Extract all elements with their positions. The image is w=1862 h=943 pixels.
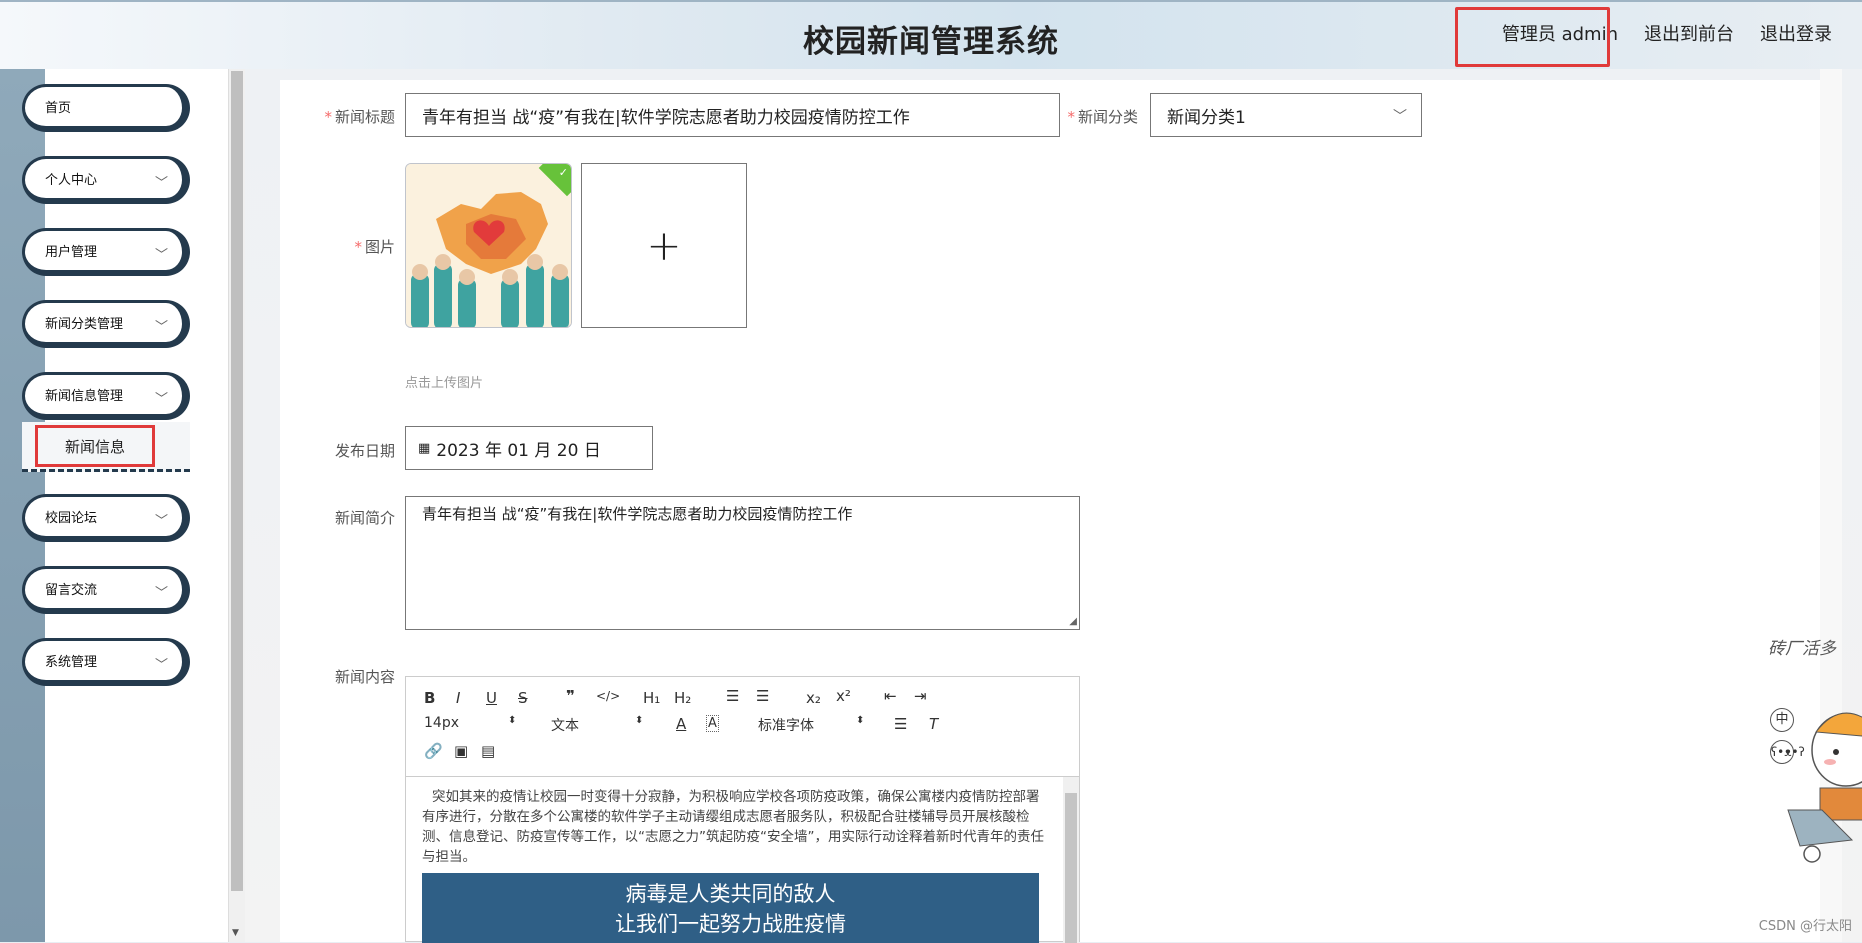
summary-value: 青年有担当 战“疫”有我在|软件学院志愿者助力校园疫情防控工作 <box>422 505 852 523</box>
date-picker[interactable]: ▦ 2023 年 01 月 20 日 <box>405 426 653 470</box>
rich-text-editor[interactable]: B I U S ❞ </> H₁ H₂ ☰ ☰ x₂ x² ⇤ ⇥ 14px⬍ … <box>405 676 1080 942</box>
category-select-value: 新闻分类1 <box>1167 103 1246 128</box>
editor-scroll-thumb[interactable] <box>1065 793 1077 943</box>
watermark: CSDN @行太阳 <box>1759 915 1852 934</box>
heading2-icon[interactable]: H₂ <box>674 689 691 707</box>
editor-content[interactable]: 突如其来的疫情让校园一时变得十分寂静，为积极响应学校各项防疫政策，确保公寓楼内疫… <box>406 777 1061 943</box>
frontend-link[interactable]: 退出到前台 <box>1644 20 1734 46</box>
sidebar-scrollbar[interactable]: ▼ <box>228 69 245 942</box>
sidebar-item-home[interactable]: 首页 <box>22 84 190 132</box>
category-select[interactable]: 新闻分类1 ﹀ <box>1150 93 1422 137</box>
editor-paragraph: 突如其来的疫情让校园一时变得十分寂静，为积极响应学校各项防疫政策，确保公寓楼内疫… <box>422 787 1045 867</box>
mascot-text: 砖厂活多 <box>1768 634 1836 659</box>
sidebar-item-label: 新闻信息管理 <box>45 385 123 404</box>
bold-icon[interactable]: B <box>424 689 435 707</box>
sidebar-item-label: 校园论坛 <box>45 507 97 526</box>
admin-label[interactable]: 管理员 admin <box>1502 20 1618 46</box>
image-icon[interactable]: ▣ <box>454 742 468 760</box>
sidebar-item-label: 新闻分类管理 <box>45 313 123 332</box>
chevron-down-icon: ﹀ <box>155 510 168 529</box>
indent-icon[interactable]: ⇥ <box>914 687 927 705</box>
code-block-icon[interactable]: </> <box>596 689 620 703</box>
italic-icon[interactable]: I <box>456 689 460 707</box>
uploaded-image-thumbnail[interactable]: ✓ <box>405 163 572 328</box>
sidebar-item-system[interactable]: 系统管理 ﹀ <box>22 638 190 686</box>
editor-banner-image: 病毒是人类共同的敌人 让我们一起努力战胜疫情 <box>422 873 1039 943</box>
sidebar-item-label: 系统管理 <box>45 651 97 670</box>
chevron-down-icon: ﹀ <box>1393 106 1407 126</box>
sidebar-item-news-management[interactable]: 新闻信息管理 ﹀ <box>22 372 190 420</box>
news-submenu: 新闻信息 <box>22 422 190 472</box>
heading1-icon[interactable]: H₁ <box>643 689 660 707</box>
scroll-down-icon[interactable]: ▼ <box>232 928 239 938</box>
video-icon[interactable]: ▤ <box>481 742 495 760</box>
blockquote-icon[interactable]: ❞ <box>566 687 575 705</box>
underline-icon[interactable]: U <box>486 689 497 707</box>
sidebar-item-label: 个人中心 <box>45 169 97 188</box>
editor-toolbar: B I U S ❞ </> H₁ H₂ ☰ ☰ x₂ x² ⇤ ⇥ 14px⬍ … <box>406 677 1079 777</box>
sidebar-item-label: 留言交流 <box>45 579 97 598</box>
strikethrough-icon[interactable]: S <box>518 689 528 707</box>
sidebar-scroll-thumb[interactable] <box>231 71 243 891</box>
top-bar: 校园新闻管理系统 管理员 admin 退出到前台 退出登录 <box>0 0 1862 69</box>
subscript-icon[interactable]: x₂ <box>806 689 821 707</box>
chevron-down-icon: ﹀ <box>155 654 168 673</box>
sidebar-item-label: 用户管理 <box>45 241 97 260</box>
image-label: *图片 <box>310 236 395 257</box>
date-label: 发布日期 <box>310 440 395 461</box>
upload-hint: 点击上传图片 <box>405 372 483 391</box>
summary-label: 新闻简介 <box>310 507 395 528</box>
chevron-down-icon: ﹀ <box>155 388 168 407</box>
category-label: *新闻分类 <box>1058 106 1138 127</box>
link-icon[interactable]: 🔗 <box>424 742 443 760</box>
chevron-down-icon: ﹀ <box>155 244 168 263</box>
outdent-icon[interactable]: ⇤ <box>884 687 897 705</box>
mascot-image <box>1760 670 1862 870</box>
banner-line2: 让我们一起努力战胜疫情 <box>422 909 1039 939</box>
calendar-icon: ▦ <box>418 441 430 456</box>
map-heart-image <box>406 164 572 328</box>
top-links: 管理员 admin 退出到前台 退出登录 <box>1502 20 1832 46</box>
clear-format-icon[interactable]: T <box>929 715 938 733</box>
plus-icon: + <box>646 221 681 270</box>
editor-scrollbar[interactable] <box>1063 777 1079 943</box>
ordered-list-icon[interactable]: ☰ <box>726 687 739 705</box>
sidebar-item-forum[interactable]: 校园论坛 ﹀ <box>22 494 190 542</box>
sidebar-item-personal-center[interactable]: 个人中心 ﹀ <box>22 156 190 204</box>
align-icon[interactable]: ☰ <box>894 715 907 733</box>
logout-link[interactable]: 退出登录 <box>1760 20 1832 46</box>
sidebar-item-user-management[interactable]: 用户管理 ﹀ <box>22 228 190 276</box>
chevron-down-icon: ﹀ <box>155 582 168 601</box>
check-icon: ✓ <box>559 166 568 179</box>
sidebar-item-label: 首页 <box>45 97 71 116</box>
title-input[interactable]: 青年有担当 战“疫”有我在|软件学院志愿者助力校园疫情防控工作 <box>405 93 1060 137</box>
bullet-list-icon[interactable]: ☰ <box>756 687 769 705</box>
chevron-down-icon: ﹀ <box>155 172 168 191</box>
resize-handle-icon[interactable]: ◢ <box>1069 616 1077 627</box>
upload-image-button[interactable]: + <box>581 163 747 328</box>
block-type-select[interactable]: 文本⬍ <box>551 715 579 735</box>
summary-textarea[interactable]: 青年有担当 战“疫”有我在|软件学院志愿者助力校园疫情防控工作 ◢ <box>405 496 1080 630</box>
chevron-down-icon: ﹀ <box>155 316 168 335</box>
date-value: 2023 年 01 月 20 日 <box>436 436 601 461</box>
title-label: *新闻标题 <box>310 106 395 127</box>
superscript-icon[interactable]: x² <box>836 687 851 705</box>
font-size-select[interactable]: 14px⬍ <box>424 715 459 731</box>
font-family-select[interactable]: 标准字体⬍ <box>758 715 814 735</box>
background-color-icon[interactable]: A <box>706 715 719 732</box>
sidebar-item-category-management[interactable]: 新闻分类管理 ﹀ <box>22 300 190 348</box>
mascot-decoration: 砖厂活多 中 ʕ•ᴥ•ʔ <box>1760 630 1862 880</box>
banner-line1: 病毒是人类共同的敌人 <box>422 879 1039 909</box>
sidebar-subitem-news-info[interactable]: 新闻信息 <box>35 425 155 467</box>
content-label: 新闻内容 <box>310 666 395 687</box>
sidebar-item-messages[interactable]: 留言交流 ﹀ <box>22 566 190 614</box>
font-color-icon[interactable]: A <box>676 715 686 733</box>
